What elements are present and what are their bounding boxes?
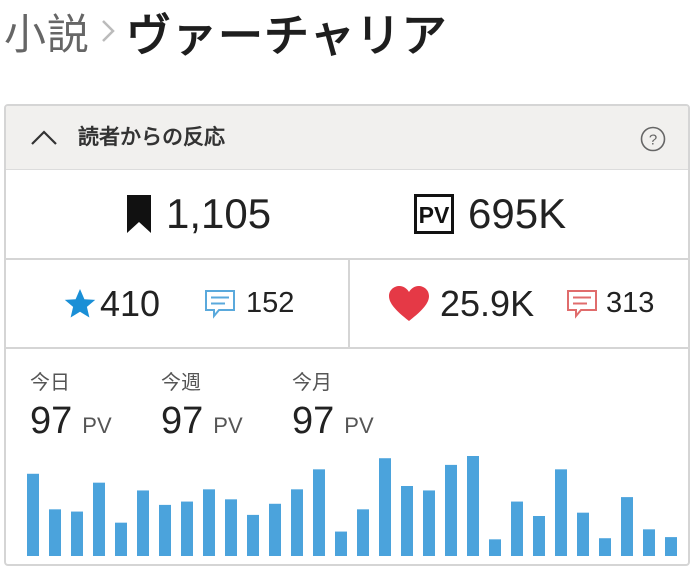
pv-bar [423,490,435,556]
comment-stat: 313 [566,260,654,347]
bookmark-count: 1,105 [166,190,272,237]
pv-bar [357,509,369,556]
svg-text:PV: PV [419,202,450,228]
period-label: 今月 [292,370,332,394]
star-icon [64,288,96,317]
panel-header-toggle[interactable]: 読者からの反応 ? [6,106,688,170]
period-label: 今週 [161,370,201,394]
pv-bar [401,486,413,556]
pv-bar [71,511,83,556]
engagement-row: 410 152 25.9K 313 [6,260,688,349]
pv-bar [533,516,545,556]
pv-bar [137,490,149,556]
pv-bar [115,522,127,556]
pv-bar [665,537,677,556]
star-count: 410 [100,282,161,324]
period-unit: PV [344,413,374,438]
pv-bar [467,456,479,556]
period-today: 今日 97 PV [30,368,112,443]
reader-reaction-panel: 読者からの反応 ? 1,105 PV 695K 410 152 25.9K 31… [4,104,690,566]
pv-bar [159,504,171,556]
pv-bar [247,514,259,556]
pv-bar [445,464,457,556]
row-divider [348,260,350,347]
pv-bar [621,497,633,556]
daily-pv-bar-chart [27,456,677,556]
period-label: 今日 [30,370,70,394]
review-stat: 152 [204,260,294,347]
breadcrumb-novels-link[interactable]: 小説 [4,1,90,62]
bookmark-icon [127,195,151,233]
pv-bar [379,458,391,556]
pv-bar [643,529,655,556]
period-value: 97 [292,400,335,442]
pv-bar [511,501,523,556]
star-stat: 410 [64,260,160,347]
period-week: 今週 97 PV [161,368,243,443]
period-value: 97 [30,400,73,442]
period-unit: PV [82,413,112,438]
heart-icon [389,285,429,321]
pv-bar [93,482,105,556]
breadcrumb: 小説 ヴァーチャリア [4,0,448,62]
pv-bar [291,489,303,556]
svg-text:?: ? [649,132,657,149]
pv-bar [49,509,61,556]
page-title: ヴァーチャリア [126,8,448,62]
pv-icon: PV [414,194,454,234]
like-count: 25.9K [440,282,535,324]
pv-bar [203,489,215,556]
pv-bar [335,531,347,556]
period-month: 今月 97 PV [292,368,374,443]
heart-stat: 25.9K [388,260,534,347]
pv-stat: PV 695K [414,170,566,258]
pv-count: 695K [468,190,567,237]
comment-icon [567,289,597,319]
pv-bar [27,473,39,556]
review-icon [205,289,235,319]
period-value: 97 [161,400,204,442]
pv-bar [577,512,589,556]
chevron-right-icon [102,20,115,42]
pv-bar [269,503,281,556]
period-unit: PV [213,413,243,438]
pv-bar [555,469,567,556]
bookmark-stat: 1,105 [126,170,271,258]
chevron-up-icon [31,130,57,145]
panel-title: 読者からの反応 [78,125,225,149]
totals-row: 1,105 PV 695K [6,170,688,260]
review-count: 152 [246,287,295,319]
help-icon[interactable]: ? [640,126,666,152]
pv-bar [225,499,237,556]
comment-count: 313 [606,287,655,319]
pv-bar [599,538,611,556]
pv-bar [313,469,325,556]
pv-bar [489,539,501,556]
pv-bar [181,501,193,556]
